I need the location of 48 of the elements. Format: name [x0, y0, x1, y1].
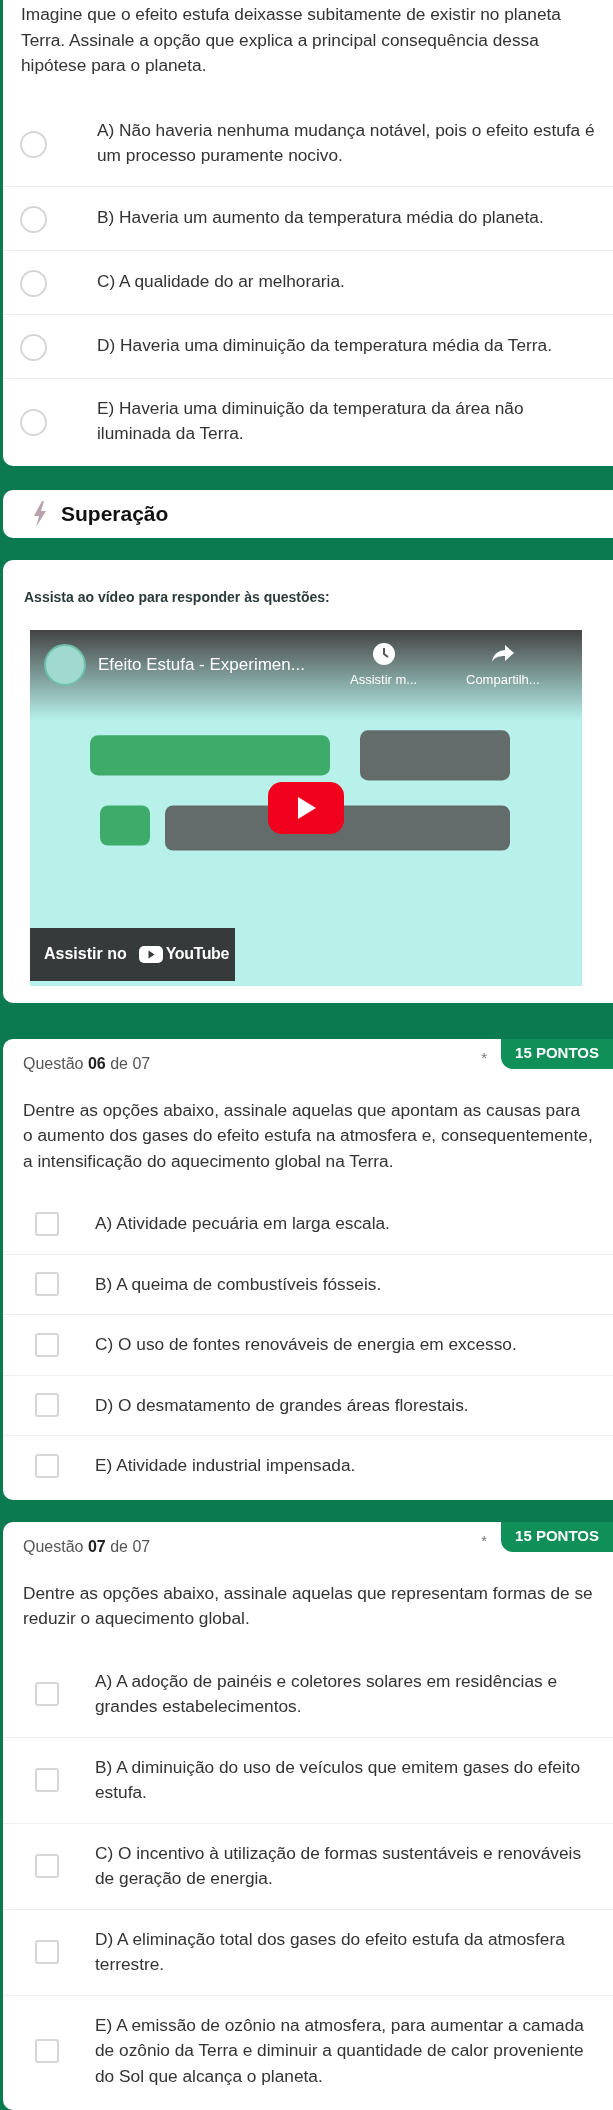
- question-text: Dentre as opções abaixo, assinale aquelas que apontam as causas para o aumento dos gases do efeito estufa na atmosfera e, consequentemente, a intensificação do aquecimento global na Terra.: [22, 1098, 594, 1173]
- option-label[interactable]: E) Atividade industrial impensada.: [95, 1453, 356, 1479]
- question-text: Imagine que o efeito estufa deixasse subitamente de existir no planeta Terra. Assinale a opção que explica a principal consequência dessa hipótese para o planeta.: [20, 3, 562, 77]
- option-label[interactable]: E) Haveria uma diminuição da temperatura da área não iluminada da Terra.: [97, 395, 599, 447]
- question-text: Dentre as opções abaixo, assinale aquelas que representam formas de se reduzir o aquecimento global.: [22, 1581, 594, 1630]
- lightning-icon: [33, 500, 47, 527]
- checkbox[interactable]: [35, 1393, 59, 1418]
- checkbox[interactable]: [35, 1940, 59, 1964]
- play-button[interactable]: [268, 781, 344, 834]
- video-instruction: Assista ao vídeo para responder às questões:: [24, 587, 331, 607]
- radio-button[interactable]: [20, 408, 47, 436]
- radio-button[interactable]: [20, 333, 47, 361]
- play-logo-icon: [138, 945, 163, 963]
- option-label[interactable]: B) A queima de combustíveis fósseis.: [95, 1271, 382, 1297]
- points-badge: 15 PONTOS: [501, 1038, 613, 1069]
- checkbox[interactable]: [35, 2038, 59, 2063]
- radio-button[interactable]: [20, 269, 47, 297]
- checkbox[interactable]: [35, 1854, 59, 1878]
- section-title: Superação: [61, 500, 169, 527]
- brand-name: YouTube: [165, 944, 229, 964]
- option-label[interactable]: A) Atividade pecuária em larga escala.: [95, 1211, 390, 1237]
- question-number: Questão 06 de 07: [23, 1053, 152, 1074]
- option-label[interactable]: D) Haveria uma diminuição da temperatura média da Terra.: [97, 333, 552, 359]
- option-label[interactable]: C) O incentivo à utilização de formas sustentáveis e renováveis de geração de energia.: [95, 1840, 599, 1892]
- option-label[interactable]: D) O desmatamento de grandes áreas florestais.: [95, 1392, 469, 1418]
- checkbox[interactable]: [35, 1272, 59, 1297]
- clock-icon[interactable]: [371, 641, 396, 666]
- option-label[interactable]: E) A emissão de ozônio na atmosfera, para aumentar a camada de ozônio da Terra e diminuir a quantidade de calor proveniente do Sol que alcança o planeta.: [95, 2012, 599, 2089]
- checkbox[interactable]: [35, 1211, 59, 1236]
- radio-button[interactable]: [20, 130, 47, 158]
- option-label[interactable]: C) A qualidade do ar melhoraria.: [97, 269, 345, 295]
- option-label[interactable]: D) A eliminação total dos gases do efeito estufa da atmosfera terrestre.: [95, 1926, 599, 1978]
- points-badge: 15 PONTOS: [501, 1521, 613, 1552]
- video-title[interactable]: Efeito Estufa - Experimen...: [98, 651, 305, 678]
- option-label[interactable]: A) A adoção de painéis e coletores solares em residências e grandes estabelecimentos.: [95, 1668, 599, 1720]
- required-mark: *: [481, 1530, 488, 1551]
- checkbox[interactable]: [35, 1768, 59, 1792]
- watch-on-youtube-button[interactable]: Assistir no YouTube: [30, 927, 235, 981]
- option-label[interactable]: B) Haveria um aumento da temperatura média do planeta.: [97, 205, 544, 231]
- option-label[interactable]: A) Não haveria nenhuma mudança notável, pois o efeito estufa é um processo puramente nocivo.: [97, 117, 599, 169]
- checkbox[interactable]: [35, 1682, 59, 1706]
- required-mark: *: [481, 1047, 488, 1068]
- checkbox[interactable]: [35, 1453, 59, 1478]
- question-number: Questão 07 de 07: [23, 1536, 152, 1557]
- checkbox[interactable]: [35, 1332, 59, 1357]
- radio-button[interactable]: [20, 205, 47, 233]
- option-label[interactable]: C) O uso de fontes renováveis de energia em excesso.: [95, 1332, 517, 1358]
- option-label[interactable]: B) A diminuição do uso de veículos que emitem gases do efeito estufa.: [95, 1754, 599, 1806]
